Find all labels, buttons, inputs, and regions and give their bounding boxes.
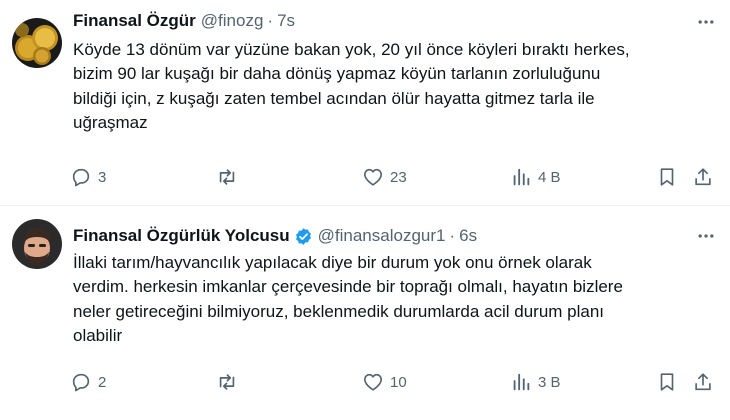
reply-icon	[72, 168, 90, 187]
reply-button[interactable]: 2	[70, 367, 106, 397]
views-count: 3 B	[538, 373, 561, 391]
like-button[interactable]: 10	[362, 367, 407, 397]
tweet-time[interactable]: 7s	[277, 10, 295, 32]
reply-icon	[72, 373, 90, 392]
tweet-1[interactable]: Finansal Özgür @finozg · 7s Köyde 13 dön…	[0, 0, 730, 205]
tweet-text-line: bizim 90 lar kuşağı bir daha dönüş yapma…	[73, 64, 601, 84]
more-options-button[interactable]	[694, 10, 718, 34]
tweet-text-line: uğraşmaz	[73, 113, 148, 133]
retweet-button[interactable]	[216, 162, 244, 192]
retweet-button[interactable]	[216, 367, 244, 397]
bookmark-icon	[660, 168, 674, 186]
tweet-text-line: bildiği için, z kuşağı zaten tembel acın…	[73, 88, 595, 108]
retweet-icon	[219, 169, 235, 185]
tweet-header: Finansal Özgür @finozg · 7s	[73, 10, 295, 32]
tweet-text-line: Köyde 13 dönüm var yüzüne bakan yok, 20 …	[73, 40, 630, 59]
bookmark-button[interactable]	[656, 367, 678, 397]
share-button[interactable]	[692, 162, 714, 192]
author-name[interactable]: Finansal Özgürlük Yolcusu	[73, 225, 290, 247]
views-icon	[513, 373, 530, 391]
avatar-finansalozgur1[interactable]	[12, 219, 62, 269]
verified-badge-icon	[295, 227, 311, 245]
like-icon	[364, 168, 382, 186]
views-icon	[513, 168, 530, 186]
avatar-finozg[interactable]	[12, 18, 62, 68]
share-icon	[695, 168, 711, 186]
bookmark-button[interactable]	[656, 162, 678, 192]
like-count: 10	[390, 373, 407, 391]
share-icon	[695, 373, 711, 391]
action-bar: 3 23 4 B	[70, 162, 720, 192]
avatar-memoji-image	[12, 219, 62, 269]
like-icon	[364, 373, 382, 391]
more-options-button[interactable]	[694, 224, 718, 248]
tweet-text-line: İllaki tarım/hayvancılık yapılacak diye …	[73, 253, 592, 272]
reply-button[interactable]: 3	[70, 162, 106, 192]
action-bar: 2 10 3 B	[70, 367, 720, 397]
tweet-text-line: olabilir	[73, 326, 123, 346]
tweet-header: Finansal Özgürlük Yolcusu @finansalozgur…	[73, 225, 477, 247]
share-button[interactable]	[692, 367, 714, 397]
separator-dot: ·	[449, 226, 456, 245]
like-count: 23	[390, 168, 407, 186]
reply-count: 3	[98, 168, 107, 186]
author-handle[interactable]: @finozg	[201, 10, 264, 32]
tweet-2[interactable]: Finansal Özgürlük Yolcusu @finansalozgur…	[0, 205, 730, 420]
retweet-icon	[219, 374, 235, 390]
author-name[interactable]: Finansal Özgür	[73, 10, 196, 32]
author-handle[interactable]: @finansalozgur1	[318, 225, 446, 247]
reply-count: 2	[98, 373, 107, 391]
avatar-coins-image	[12, 18, 62, 68]
more-icon	[698, 20, 714, 24]
like-button[interactable]: 23	[362, 162, 407, 192]
views-button[interactable]: 4 B	[510, 162, 561, 192]
views-count: 4 B	[538, 168, 561, 186]
more-icon	[698, 234, 714, 238]
tweet-text: Köyde 13 dönüm var yüzüne bakan yok, 20 …	[73, 38, 713, 136]
tweet-text: İllaki tarım/hayvancılık yapılacak diye …	[73, 251, 713, 349]
tweet-time[interactable]: 6s	[459, 225, 477, 247]
tweet-text-line: neler getireceğini bilmiyoruz, beklenmed…	[73, 301, 605, 321]
separator-dot: ·	[267, 11, 274, 30]
bookmark-icon	[660, 373, 674, 391]
views-button[interactable]: 3 B	[510, 367, 561, 397]
tweet-text-line: verdim. herkesin imkanlar çerçevesinde b…	[73, 277, 623, 297]
